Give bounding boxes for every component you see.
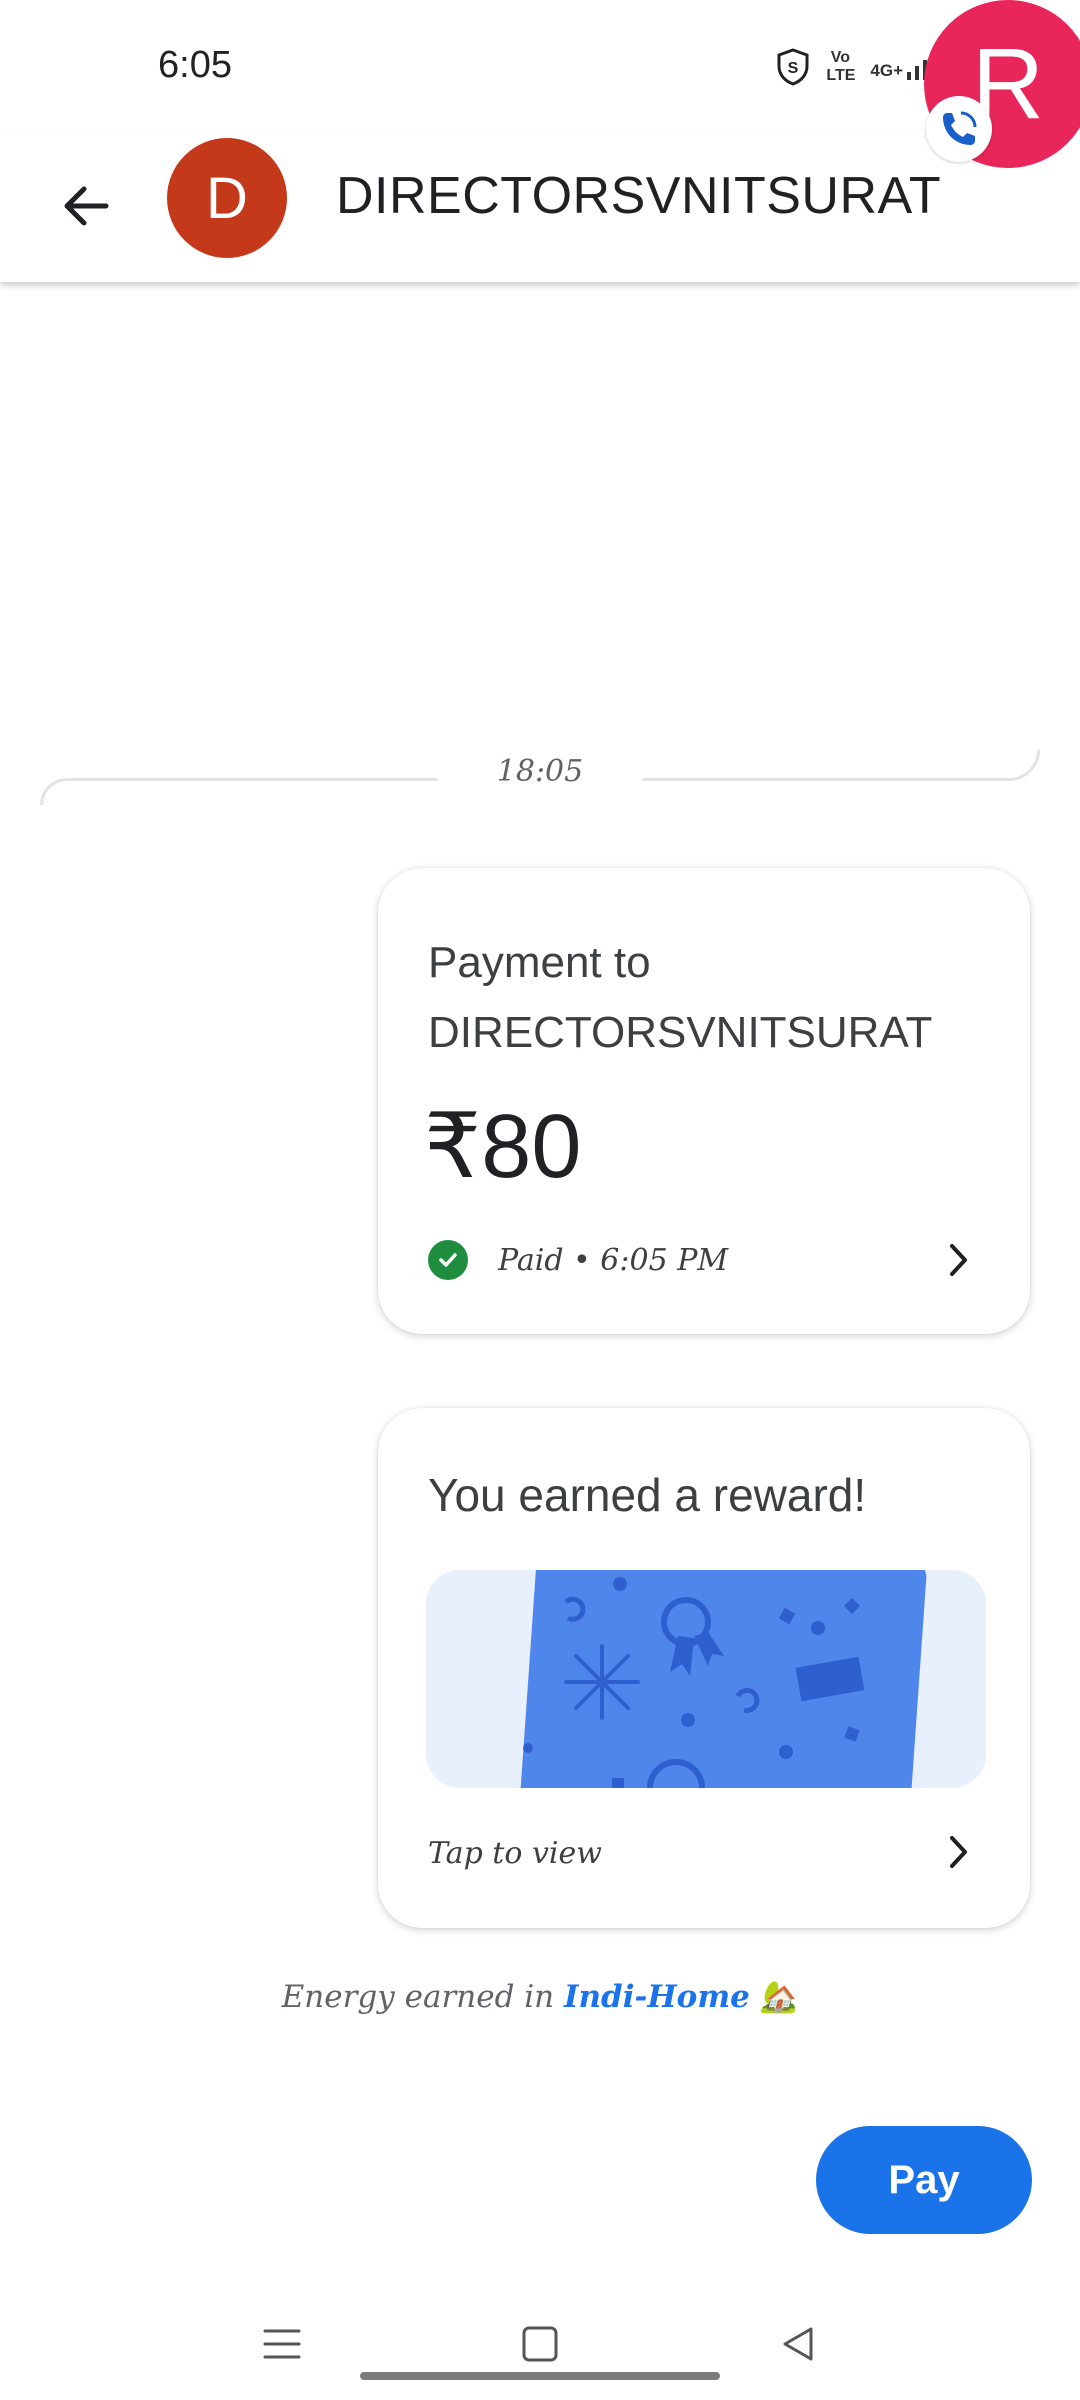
payment-card[interactable]: Payment to DIRECTORSVNITSURAT ₹80 Paid •…: [378, 868, 1030, 1334]
status-bar: 6:05 S Vo LTE 4G+ 89: [0, 0, 1080, 130]
timestamp-divider: 18:05: [40, 750, 1040, 810]
payment-title: Payment to DIRECTORSVNITSURAT: [428, 928, 932, 1068]
app-bar: D DIRECTORSVNITSURAT: [0, 130, 1080, 282]
home-square-icon[interactable]: [510, 2314, 570, 2374]
payment-amount: ₹80: [424, 1097, 582, 1197]
reward-scratch-card-image[interactable]: [426, 1570, 986, 1788]
chevron-right-icon[interactable]: [944, 1240, 974, 1280]
gesture-bar[interactable]: [360, 2372, 720, 2380]
chevron-right-icon[interactable]: [944, 1832, 974, 1872]
payment-status: Paid • 6:05 PM: [428, 1240, 728, 1280]
volte-indicator: Vo LTE: [826, 49, 856, 84]
contact-avatar[interactable]: D: [167, 138, 287, 258]
back-triangle-icon[interactable]: [768, 2314, 828, 2374]
scratch-card-illustration: [518, 1570, 927, 1788]
reward-card[interactable]: You earned a reward! Tap to view: [378, 1408, 1030, 1928]
timestamp-label: 18:05: [456, 754, 624, 789]
house-icon: 🏡: [759, 1979, 799, 2015]
menu-icon[interactable]: [252, 2314, 312, 2374]
status-time: 6:05: [158, 44, 232, 86]
system-nav-bar: [0, 2296, 1080, 2400]
call-badge[interactable]: [926, 96, 992, 162]
indi-home-link[interactable]: Indi-Home: [564, 1979, 750, 2015]
tap-to-view-label: Tap to view: [428, 1836, 602, 1871]
payment-status-text: Paid • 6:05 PM: [498, 1242, 729, 1278]
svg-text:S: S: [788, 60, 799, 77]
network-type: 4G+: [870, 61, 903, 80]
energy-earned-text: Energy earned in Indi-Home 🏡: [0, 1978, 1080, 2015]
reward-title: You earned a reward!: [428, 1469, 867, 1521]
payment-title-line2: DIRECTORSVNITSURAT: [428, 1008, 933, 1057]
energy-prefix: Energy earned in: [281, 1979, 555, 2015]
arrow-left-icon: [64, 186, 109, 226]
divider-time-wrap: 18:05: [40, 754, 1040, 789]
contact-title: DIRECTORSVNITSURAT: [336, 167, 942, 225]
back-button[interactable]: [48, 168, 124, 244]
payment-title-line1: Payment to: [428, 938, 651, 987]
pay-button[interactable]: Pay: [816, 2126, 1032, 2234]
shield-s-icon: S: [777, 48, 809, 86]
call-icon: [943, 111, 977, 145]
check-circle-icon: [428, 1240, 468, 1280]
